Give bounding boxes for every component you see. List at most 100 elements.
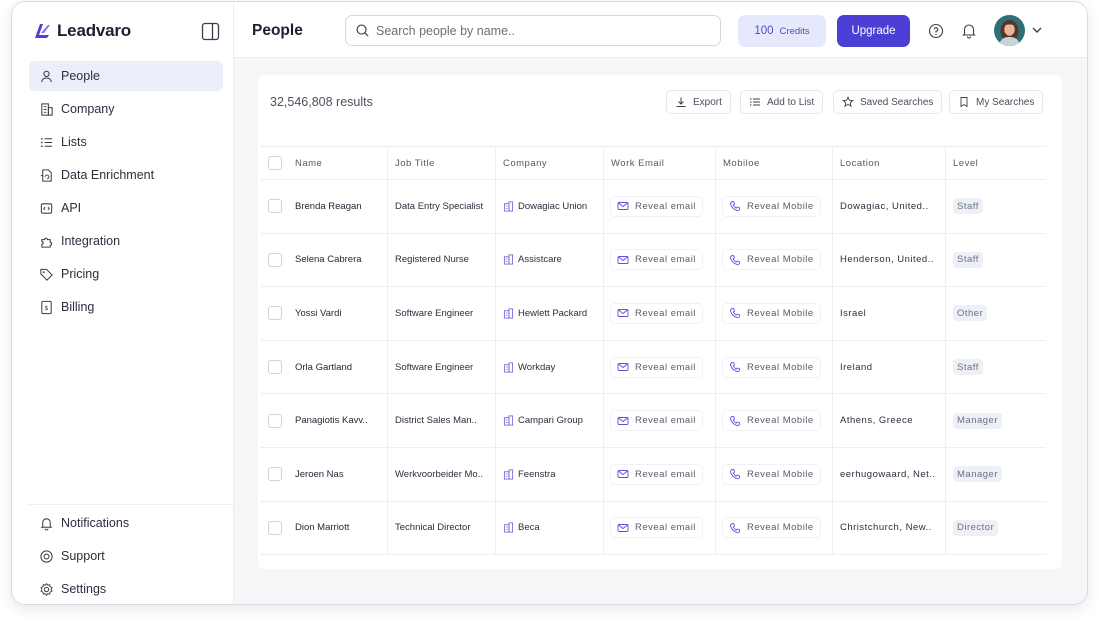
level-cell: Staff (946, 180, 1046, 233)
table-row[interactable]: Selena Cabrera Registered Nurse Assistcare… (260, 233, 1046, 288)
reveal-mobile-button[interactable]: Reveal Mobile (723, 464, 820, 484)
sidebar-item-support[interactable]: Support (29, 541, 234, 571)
mail-icon (617, 470, 629, 479)
level-cell: Staff (946, 234, 1046, 287)
puzzle-icon (41, 237, 53, 248)
reveal-mobile-button[interactable]: Reveal Mobile (723, 250, 820, 270)
sidebar-item-company[interactable]: Company (29, 94, 223, 124)
job-title: Software Engineer (395, 307, 474, 319)
level-badge: Staff (953, 198, 983, 215)
reveal-email-button[interactable]: Reveal email (611, 250, 702, 270)
company-name[interactable]: Dowagiac Union (518, 201, 587, 212)
add-to-list-button[interactable]: Add to List (740, 90, 824, 114)
company-name[interactable]: Beca (518, 522, 540, 533)
row-checkbox[interactable] (268, 306, 282, 321)
name-cell: Brenda Reagan (293, 180, 388, 233)
reveal-mobile-button[interactable]: Reveal Mobile (723, 411, 820, 431)
table-row[interactable]: Panagiotis Kavv.. District Sales Man.. Cam… (260, 394, 1046, 448)
credits-badge[interactable]: 100 Credits (738, 15, 826, 47)
reveal-email-label: Reveal email (635, 254, 696, 266)
row-checkbox[interactable] (268, 360, 282, 375)
table-row[interactable]: Dion Marriott Technical Director Beca Revea… (260, 501, 1046, 556)
column-header-name[interactable]: Name (293, 147, 388, 179)
company-name[interactable]: Campari Group (518, 415, 583, 426)
table-row[interactable]: Jeroen Nas Werkvoorbeider Mo.. Feenstra Rev… (260, 447, 1046, 502)
reveal-mobile-button[interactable]: Reveal Mobile (723, 357, 820, 377)
table-row[interactable]: Brenda Reagan Data Entry Specialist Dowagi… (260, 180, 1046, 234)
reveal-mobile-button[interactable]: Reveal Mobile (723, 196, 820, 216)
company-name[interactable]: Assistcare (518, 254, 562, 265)
level-cell: Staff (946, 341, 1046, 394)
sidebar-item-billing[interactable]: $ Billing (29, 292, 223, 322)
sidebar-item-lists[interactable]: Lists (29, 127, 223, 157)
chevron-down-icon[interactable] (1031, 25, 1043, 35)
column-header-location[interactable]: Location (833, 147, 946, 179)
location-cell: Henderson, United.. (833, 233, 946, 287)
reveal-email-button[interactable]: Reveal email (611, 411, 702, 431)
job-title-cell: Werkvoorbeider Mo.. (388, 447, 496, 501)
job-title: Technical Director (395, 522, 471, 534)
reveal-email-button[interactable]: Reveal email (611, 357, 702, 377)
job-title-cell: Technical Director (388, 501, 496, 555)
location-cell: Ireland (833, 340, 946, 394)
work-email-cell: Reveal email (604, 233, 716, 287)
notification-bell-icon[interactable] (961, 22, 977, 39)
bell-icon (40, 517, 53, 530)
sidebar-item-label: Support (61, 549, 105, 563)
company-name[interactable]: Feenstra (518, 469, 556, 480)
person-name[interactable]: Jeroen Nas (295, 469, 344, 480)
reveal-email-button[interactable]: Reveal email (611, 196, 702, 216)
job-title-cell: District Sales Man.. (388, 394, 496, 447)
file-sync-icon (40, 168, 52, 182)
column-header-level[interactable]: Level (946, 147, 1046, 179)
company-name[interactable]: Workday (518, 362, 555, 373)
table-row[interactable]: Orla Gartland Software Engineer Workday Rev… (260, 340, 1046, 395)
sidebar-item-settings[interactable]: Settings (29, 574, 234, 604)
sidebar-item-people[interactable]: People (29, 61, 223, 91)
company-cell: Dowagiac Union (496, 180, 604, 233)
my-searches-button[interactable]: My Searches (949, 90, 1044, 114)
sidebar-item-api[interactable]: API (29, 193, 223, 223)
column-header-work-email[interactable]: Work Email (604, 147, 716, 179)
column-header-mobile[interactable]: Mobiloe (716, 147, 833, 179)
search-box[interactable] (345, 15, 721, 46)
person-name[interactable]: Yossi Vardi (295, 308, 341, 319)
column-header-company[interactable]: Company (496, 147, 604, 179)
gear-icon (40, 582, 53, 596)
reveal-email-button[interactable]: Reveal email (611, 464, 702, 484)
row-checkbox[interactable] (268, 252, 282, 267)
person-name[interactable]: Panagiotis Kavv.. (295, 415, 368, 426)
bookmark-icon (960, 97, 968, 108)
select-all-checkbox[interactable] (268, 156, 282, 170)
user-avatar[interactable] (994, 15, 1025, 46)
export-button[interactable]: Export (666, 90, 731, 114)
help-icon[interactable] (928, 23, 944, 39)
phone-icon (730, 201, 741, 212)
level-cell: Manager (946, 394, 1046, 447)
row-checkbox[interactable] (268, 199, 282, 214)
company-name[interactable]: Hewlett Packard (518, 308, 587, 319)
page-title: People (252, 22, 303, 39)
reveal-email-button[interactable]: Reveal email (611, 518, 702, 538)
row-checkbox[interactable] (268, 467, 282, 482)
search-input[interactable] (376, 23, 696, 38)
reveal-email-button[interactable]: Reveal email (611, 303, 702, 323)
table-row[interactable]: Yossi Vardi Software Engineer Hewlett Pack… (260, 287, 1046, 341)
upgrade-button[interactable]: Upgrade (837, 15, 910, 47)
person-name[interactable]: Selena Cabrera (295, 254, 362, 265)
sidebar-item-integration[interactable]: Integration (29, 226, 223, 256)
person-name[interactable]: Brenda Reagan (295, 201, 362, 212)
person-name[interactable]: Dion Marriott (295, 522, 349, 533)
reveal-mobile-button[interactable]: Reveal Mobile (723, 518, 820, 538)
row-checkbox[interactable] (268, 413, 282, 428)
row-checkbox[interactable] (268, 520, 282, 535)
person-name[interactable]: Orla Gartland (295, 362, 352, 373)
sidebar-item-notifications[interactable]: Notifications (29, 508, 234, 538)
sidebar-toggle-icon[interactable] (201, 22, 220, 41)
sidebar-item-pricing[interactable]: Pricing (29, 259, 223, 289)
column-header-job-title[interactable]: Job Title (388, 147, 496, 179)
sidebar-item-data-enrichment[interactable]: Data Enrichment (29, 160, 223, 190)
mail-icon (617, 202, 629, 211)
reveal-mobile-button[interactable]: Reveal Mobile (723, 303, 820, 323)
saved-searches-button[interactable]: Saved Searches (833, 90, 943, 114)
